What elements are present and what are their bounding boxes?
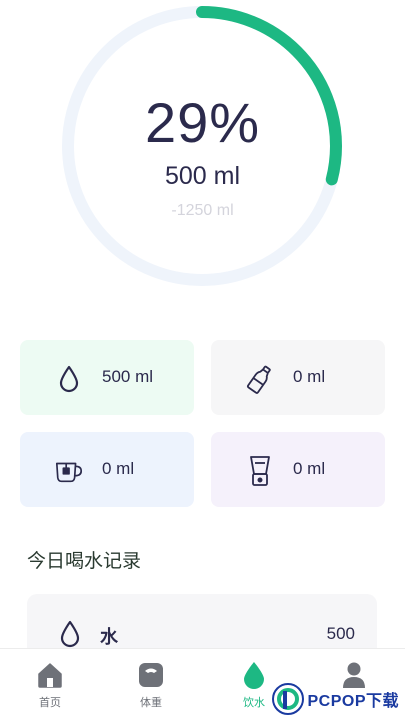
- water-drop-icon: [54, 364, 84, 394]
- progress-remaining: -1250 ml: [171, 202, 234, 219]
- home-icon: [36, 661, 64, 689]
- tea-cup-icon: [54, 456, 84, 486]
- progress-percent: 29%: [144, 91, 261, 154]
- watermark-logo-icon: [272, 683, 305, 715]
- records-title: 今日喝水记录: [27, 551, 142, 572]
- record-value: 500: [326, 624, 355, 643]
- water-drop-icon: [240, 661, 268, 689]
- drink-card-value: 0 ml: [293, 459, 326, 478]
- drink-card-tea[interactable]: 0 ml: [20, 432, 194, 507]
- drink-card-value: 0 ml: [102, 459, 135, 478]
- tab-home[interactable]: 首页: [15, 649, 85, 720]
- bottle-icon: [245, 364, 275, 394]
- drink-card-blender[interactable]: 0 ml: [211, 432, 385, 507]
- watermark: PCPOP下载: [272, 682, 399, 716]
- drink-card-value: 500 ml: [102, 367, 154, 386]
- watermark-text: PCPOP下载: [307, 693, 399, 710]
- drink-card-bottle[interactable]: 0 ml: [211, 340, 385, 415]
- water-drop-icon: [59, 620, 83, 648]
- record-name: 水: [100, 627, 118, 647]
- progress-ring: 29% 500 ml -1250 ml: [0, 0, 405, 300]
- drink-card-water[interactable]: 500 ml: [20, 340, 194, 415]
- tab-weight[interactable]: 体重: [116, 649, 186, 720]
- progress-amount: 500 ml: [164, 162, 241, 190]
- drink-card-value: 0 ml: [293, 367, 326, 386]
- tab-label: 体重: [140, 697, 162, 709]
- blender-icon: [245, 456, 275, 486]
- scale-icon: [137, 661, 165, 689]
- tab-label: 首页: [39, 697, 61, 709]
